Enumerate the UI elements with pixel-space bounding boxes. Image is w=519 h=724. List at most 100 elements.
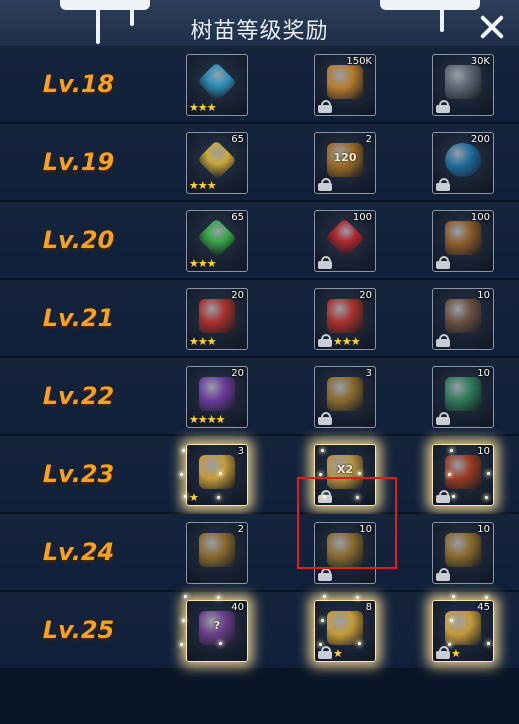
reward-slot[interactable]: 120 2 <box>314 132 376 194</box>
sparkle-decoration <box>180 473 183 476</box>
reward-slot[interactable]: 20 ★★★ <box>314 288 376 350</box>
item-count: 65 <box>231 134 244 145</box>
sparkle-decoration <box>487 472 490 475</box>
sparkle-decoration <box>487 642 490 645</box>
reward-slot[interactable]: 150K <box>314 54 376 116</box>
sparkle-decoration <box>485 596 488 599</box>
table-row: Lv.20 65 ★★★ 100 100 <box>0 202 519 280</box>
star-rating: ★★★ <box>189 335 217 348</box>
item-count: 2 <box>365 134 372 145</box>
item-label: 120 <box>333 151 357 164</box>
helmet-shield-icon <box>445 299 481 333</box>
item-count: 10 <box>477 368 490 379</box>
reward-slot[interactable]: 100 <box>314 210 376 272</box>
gold-chest-icon <box>445 611 481 645</box>
reward-slot[interactable]: 45 ★ <box>432 600 494 662</box>
star-rating: ★★★ <box>189 179 217 192</box>
reward-slot[interactable]: 65 ★★★ <box>186 132 248 194</box>
item-count: 10 <box>477 290 490 301</box>
sparkle-decoration <box>450 449 453 452</box>
item-count: 45 <box>477 602 490 613</box>
level-label: Lv.20 <box>42 226 115 254</box>
item-count: 40 <box>231 602 244 613</box>
sparkle-decoration <box>358 642 361 645</box>
reward-slot[interactable]: 8 ★ <box>314 600 376 662</box>
reward-slot[interactable]: 20 ★★★★ <box>186 366 248 428</box>
table-row: Lv.24 2 10 10 <box>0 514 519 592</box>
sparkle-decoration <box>450 619 453 622</box>
table-row: Lv.25? 40 8 ★ 45 ★ <box>0 592 519 670</box>
star-rating: ★★★ <box>333 335 361 348</box>
sparkle-decoration <box>319 473 322 476</box>
item-count: 10 <box>477 446 490 457</box>
blue-crystal-icon <box>197 62 237 102</box>
lock-icon <box>436 568 450 581</box>
green-chest-icon <box>445 377 481 411</box>
table-row: Lv.18 ★★★ 150K 30K <box>0 46 519 124</box>
red-gem-ring-icon <box>327 299 363 333</box>
item-count: 150K <box>346 56 372 67</box>
table-row: Lv.21 20 ★★★ 20 ★★★ 10 <box>0 280 519 358</box>
star-rating: ★ <box>451 647 461 660</box>
reward-slot[interactable]: 100 <box>432 210 494 272</box>
item-count: 8 <box>365 602 372 613</box>
lock-icon <box>318 334 332 347</box>
star-rating: ★ <box>333 647 343 660</box>
lock-icon <box>318 568 332 581</box>
reward-slot[interactable]: ? 40 <box>186 600 248 662</box>
reward-slot[interactable]: ★★★ <box>186 54 248 116</box>
level-label: Lv.22 <box>42 382 115 410</box>
item-count: 20 <box>231 368 244 379</box>
lock-icon <box>318 178 332 191</box>
level-label: Lv.23 <box>42 460 115 488</box>
reward-slot[interactable]: 10 <box>432 522 494 584</box>
sparkle-decoration <box>452 495 455 498</box>
lock-icon <box>318 412 332 425</box>
item-label: ? <box>213 619 221 632</box>
purple-gem-icon <box>199 377 235 411</box>
iron-ingot-icon <box>445 65 481 99</box>
sparkle-decoration <box>217 596 220 599</box>
treasure-chest-icon <box>327 377 363 411</box>
lock-icon <box>436 334 450 347</box>
reward-slot[interactable]: 65 ★★★ <box>186 210 248 272</box>
reward-slot[interactable]: 200 <box>432 132 494 194</box>
sparkle-decoration <box>321 619 324 622</box>
sparkle-decoration <box>180 643 183 646</box>
sparkle-decoration <box>182 449 185 452</box>
supply-crate-icon <box>445 221 481 255</box>
item-count: 3 <box>237 446 244 457</box>
star-rating: ★ <box>189 491 199 504</box>
sparkle-decoration <box>217 496 220 499</box>
item-count: 100 <box>470 212 490 223</box>
lock-icon <box>436 100 450 113</box>
red-gem-ring-icon <box>199 299 235 333</box>
reward-slot[interactable]: 20 ★★★ <box>186 288 248 350</box>
item-count: 20 <box>359 290 372 301</box>
reward-slot[interactable]: 30K <box>432 54 494 116</box>
sparkle-decoration <box>321 449 324 452</box>
item-label: X2 <box>336 463 354 476</box>
item-count: 100 <box>352 212 372 223</box>
reward-slot[interactable]: 10 <box>432 288 494 350</box>
star-rating: ★★★ <box>189 257 217 270</box>
item-count: 30K <box>470 56 490 67</box>
item-count: 20 <box>231 290 244 301</box>
close-icon[interactable] <box>477 12 507 42</box>
item-count: 200 <box>470 134 490 145</box>
reward-slot[interactable]: 10 <box>432 366 494 428</box>
reward-slot[interactable]: 3 <box>314 366 376 428</box>
level-label: Lv.25 <box>42 616 115 644</box>
sparkle-decoration <box>219 642 222 645</box>
item-count: 2 <box>237 524 244 535</box>
reward-slot[interactable]: 2 <box>186 522 248 584</box>
star-rating: ★★★★ <box>189 413 225 426</box>
lock-icon <box>436 490 450 503</box>
blue-star-orb-icon <box>445 143 481 177</box>
level-label: Lv.19 <box>42 148 115 176</box>
lock-icon <box>436 256 450 269</box>
gold-chest-icon <box>199 455 235 489</box>
sparkle-decoration <box>358 472 361 475</box>
reward-panel: 树苗等级奖励 等级 I 解锁 解锁 Lv.18★★★150K30KLv.1965… <box>0 0 519 724</box>
selected-highlight <box>297 477 397 569</box>
